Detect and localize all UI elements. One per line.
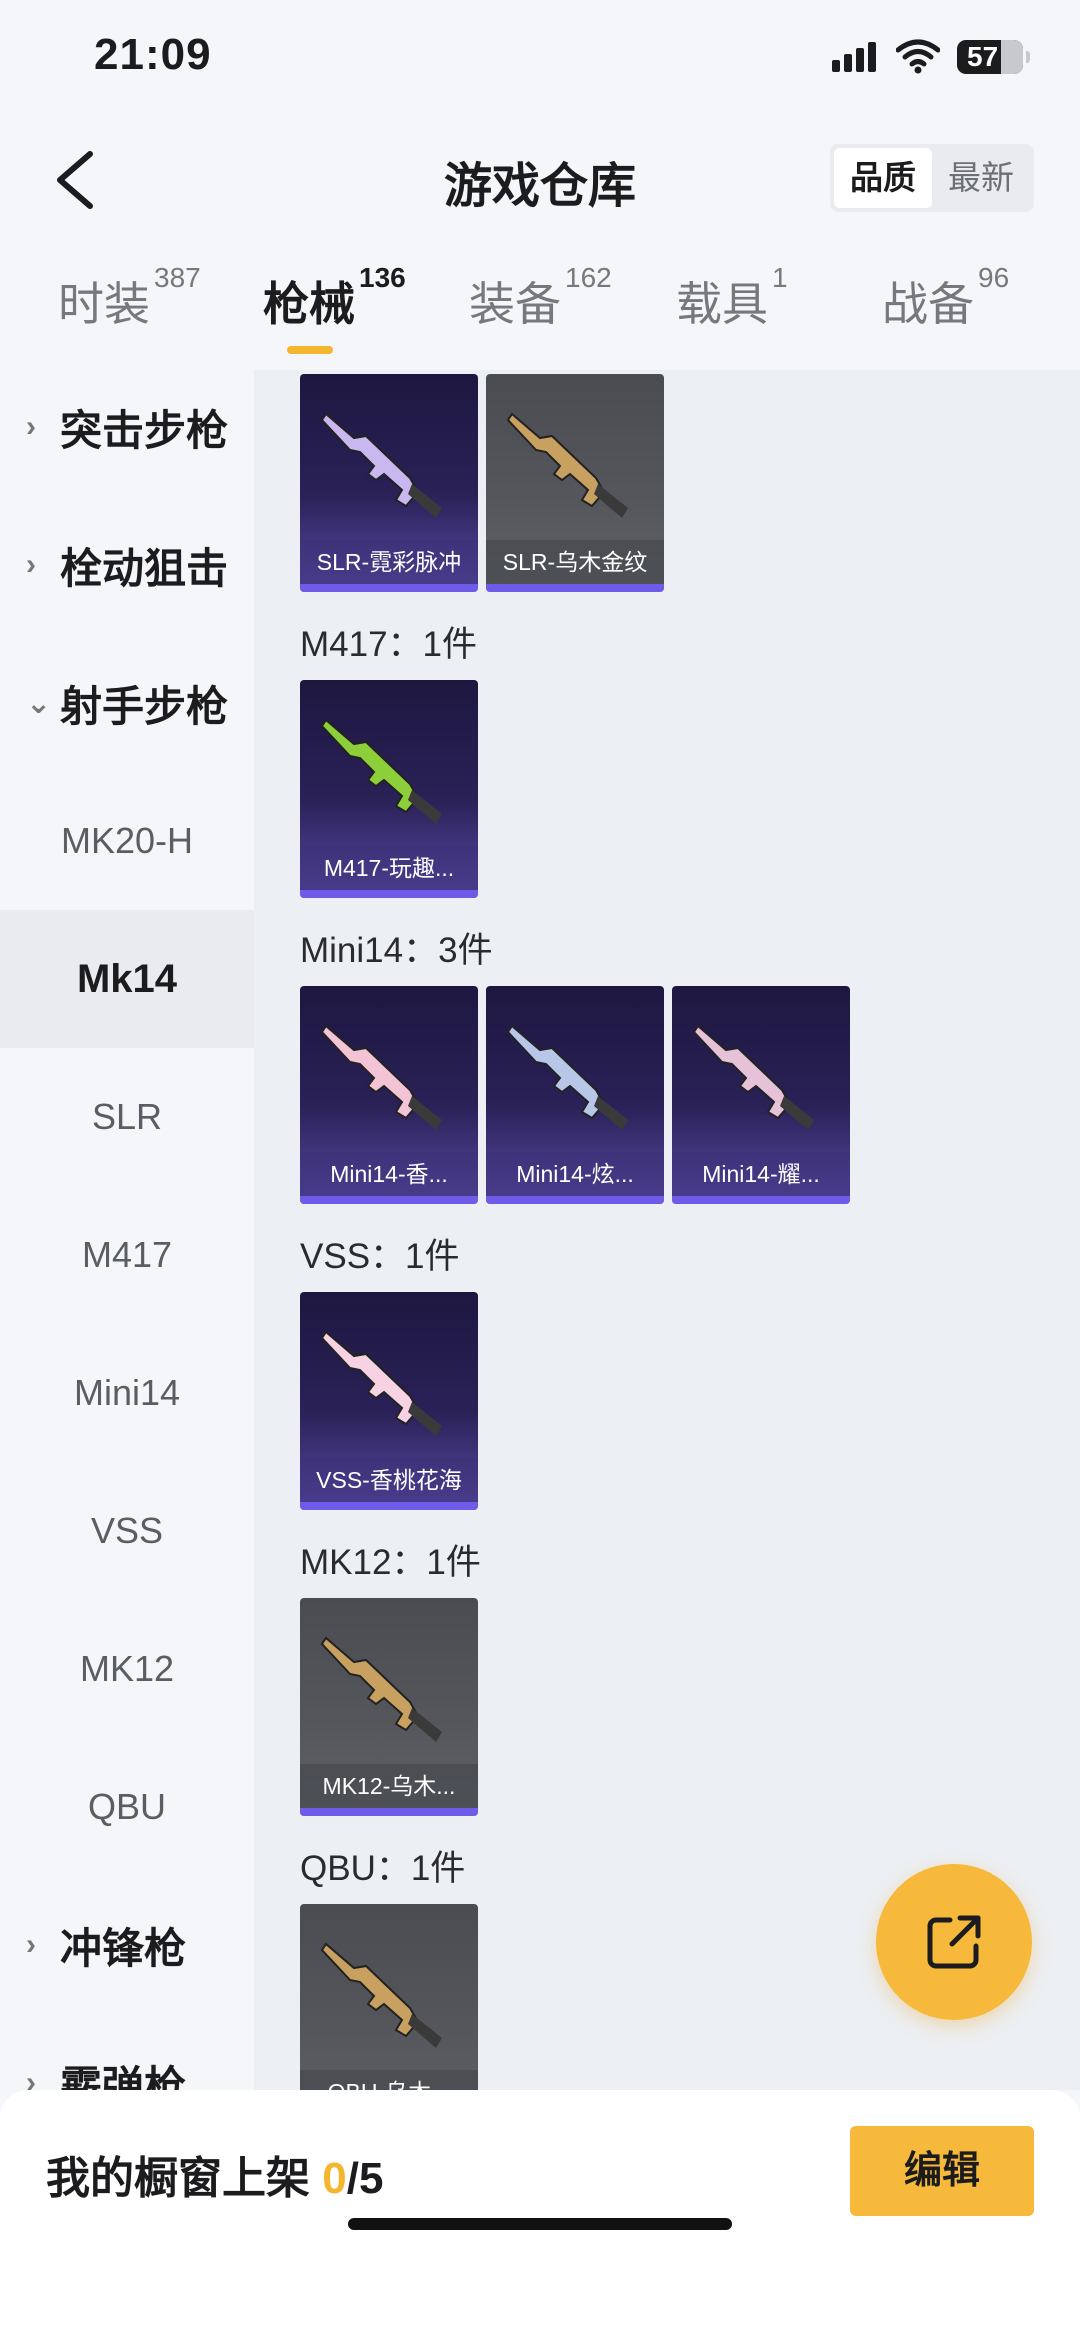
weapon-skin-card[interactable]: QBU-乌木...: [300, 1904, 478, 2090]
tab-firearms[interactable]: 枪械136: [263, 262, 406, 334]
sidebar-item-label: Mini14: [73, 1372, 181, 1413]
weapon-skin-name: Mini14-炫...: [486, 1152, 664, 1196]
rarity-bar: [300, 1808, 478, 1816]
rarity-bar: [300, 890, 478, 898]
sidebar-item-label: Mk14: [76, 956, 178, 1001]
rifle-icon: [692, 1024, 814, 1130]
rifle-icon: [320, 1024, 442, 1130]
weapon-skin-card[interactable]: SLR-乌木金纹: [486, 374, 664, 592]
battery-level: 57: [967, 41, 999, 72]
weapon-skin-name: MK12-乌木...: [300, 1764, 478, 1808]
weapon-skin-name: Mini14-耀...: [672, 1152, 850, 1196]
rarity-bar: [300, 1502, 478, 1510]
rifle-icon: [320, 1942, 442, 2048]
sidebar-item[interactable]: VSS: [0, 1462, 254, 1600]
share-fab-button[interactable]: [876, 1864, 1032, 2020]
group-label: VSS：1件: [300, 1237, 460, 1276]
weapon-skin-name: QBU-乌木...: [300, 2070, 478, 2090]
weapon-skin-card[interactable]: Mini14-耀...: [672, 986, 850, 1204]
weapon-skin-card[interactable]: M417-玩趣...: [300, 680, 478, 898]
sidebar-item[interactable]: Mini14: [0, 1324, 254, 1462]
group-label: M417：1件: [300, 625, 478, 664]
rifle-icon: [320, 718, 442, 824]
edit-button[interactable]: 编辑: [850, 2126, 1034, 2216]
showcase-count: 0: [322, 2154, 347, 2203]
battery-icon: 57: [957, 40, 1030, 74]
sort-option-newest[interactable]: 最新: [932, 148, 1030, 208]
tab-fashion[interactable]: 时装387: [58, 262, 201, 334]
tab-gear[interactable]: 战备96: [882, 262, 1009, 334]
sidebar-item-label: 冲锋枪: [60, 1924, 187, 1972]
sidebar-item-label: M417: [81, 1234, 173, 1275]
chevron-right-icon: ›: [26, 548, 36, 581]
showcase-status: 我的橱窗上架 0/5: [46, 2154, 384, 2203]
sidebar-item[interactable]: › 栓动狙击: [0, 496, 254, 634]
chevron-right-icon: ›: [26, 1928, 36, 1961]
rifle-icon: [320, 1330, 442, 1436]
sidebar-item-label: SLR: [91, 1096, 163, 1137]
sort-toggle[interactable]: 品质 最新: [830, 144, 1034, 212]
weapon-sidebar: › 突击步枪 › 栓动狙击 ⌄ 射手步枪 MK20-H Mk14 SLR M417 Mini14 VS…: [0, 370, 254, 2110]
rifle-icon: [506, 1024, 628, 1130]
sidebar-item-label: 栓动狙击: [60, 544, 229, 592]
weapon-skin-name: SLR-霓彩脉冲: [300, 540, 478, 584]
sidebar-item-label: QBU: [87, 1786, 166, 1827]
rifle-icon: [320, 1636, 442, 1742]
showcase-total: /5: [346, 2154, 384, 2203]
wifi-icon: [896, 39, 940, 74]
rarity-bar: [300, 1196, 478, 1204]
cellular-signal-icon: [832, 42, 876, 72]
rarity-bar: [672, 1196, 850, 1204]
status-bar: 21:09 57: [0, 0, 1080, 120]
chevron-right-icon: ›: [26, 410, 36, 443]
sidebar-item[interactable]: ⌄ 射手步枪: [0, 634, 254, 772]
tab-equipment[interactable]: 装备162: [469, 262, 612, 334]
sidebar-item-label: 射手步枪: [60, 682, 229, 730]
weapon-grid: SLR-霓彩脉冲 SLR-乌木金纹 M417：1件 M417-玩趣... Mini14：…: [254, 370, 1080, 2090]
sidebar-item[interactable]: SLR: [0, 1048, 254, 1186]
rifle-icon: [320, 412, 442, 518]
weapon-skin-name: Mini14-香...: [300, 1152, 478, 1196]
sidebar-item-label: 突击步枪: [60, 406, 229, 454]
chevron-down-icon: ⌄: [26, 686, 52, 720]
sidebar-item[interactable]: › 冲锋枪: [0, 1876, 254, 2014]
weapon-skin-name: VSS-香桃花海: [300, 1458, 478, 1502]
weapon-skin-card[interactable]: VSS-香桃花海: [300, 1292, 478, 1510]
weapon-skin-card[interactable]: Mini14-炫...: [486, 986, 664, 1204]
sort-option-quality[interactable]: 品质: [834, 148, 932, 208]
weapon-skin-name: SLR-乌木金纹: [486, 540, 664, 584]
rifle-icon: [506, 412, 628, 518]
weapon-skin-card[interactable]: SLR-霓彩脉冲: [300, 374, 478, 592]
share-external-icon: [927, 1915, 981, 1969]
category-tabs: 时装387 枪械136 装备162 载具1 战备96: [0, 262, 1080, 368]
weapon-skin-name: M417-玩趣...: [300, 846, 478, 890]
sidebar-item[interactable]: › 突击步枪: [0, 358, 254, 496]
weapon-skin-card[interactable]: MK12-乌木...: [300, 1598, 478, 1816]
tab-vehicles[interactable]: 载具1: [676, 262, 788, 334]
rarity-bar: [300, 584, 478, 592]
active-tab-indicator: [287, 346, 333, 354]
sidebar-item[interactable]: QBU: [0, 1738, 254, 1876]
sidebar-item[interactable]: M417: [0, 1186, 254, 1324]
rarity-bar: [486, 1196, 664, 1204]
sidebar-item[interactable]: MK12: [0, 1600, 254, 1738]
sidebar-item-label: MK20-H: [60, 820, 194, 861]
group-label: Mini14：3件: [300, 931, 493, 970]
group-label: MK12：1件: [300, 1543, 481, 1582]
sidebar-item[interactable]: Mk14: [0, 910, 254, 1048]
sidebar-item-label: MK12: [79, 1648, 175, 1689]
status-time: 21:09: [94, 30, 212, 79]
weapon-skin-card[interactable]: Mini14-香...: [300, 986, 478, 1204]
home-indicator: [348, 2218, 732, 2230]
showcase-bar: 我的橱窗上架 0/5 编辑: [0, 2090, 1080, 2339]
sidebar-item-label: VSS: [90, 1510, 164, 1551]
group-label: QBU：1件: [300, 1849, 466, 1888]
sidebar-item[interactable]: MK20-H: [0, 772, 254, 910]
rarity-bar: [486, 584, 664, 592]
